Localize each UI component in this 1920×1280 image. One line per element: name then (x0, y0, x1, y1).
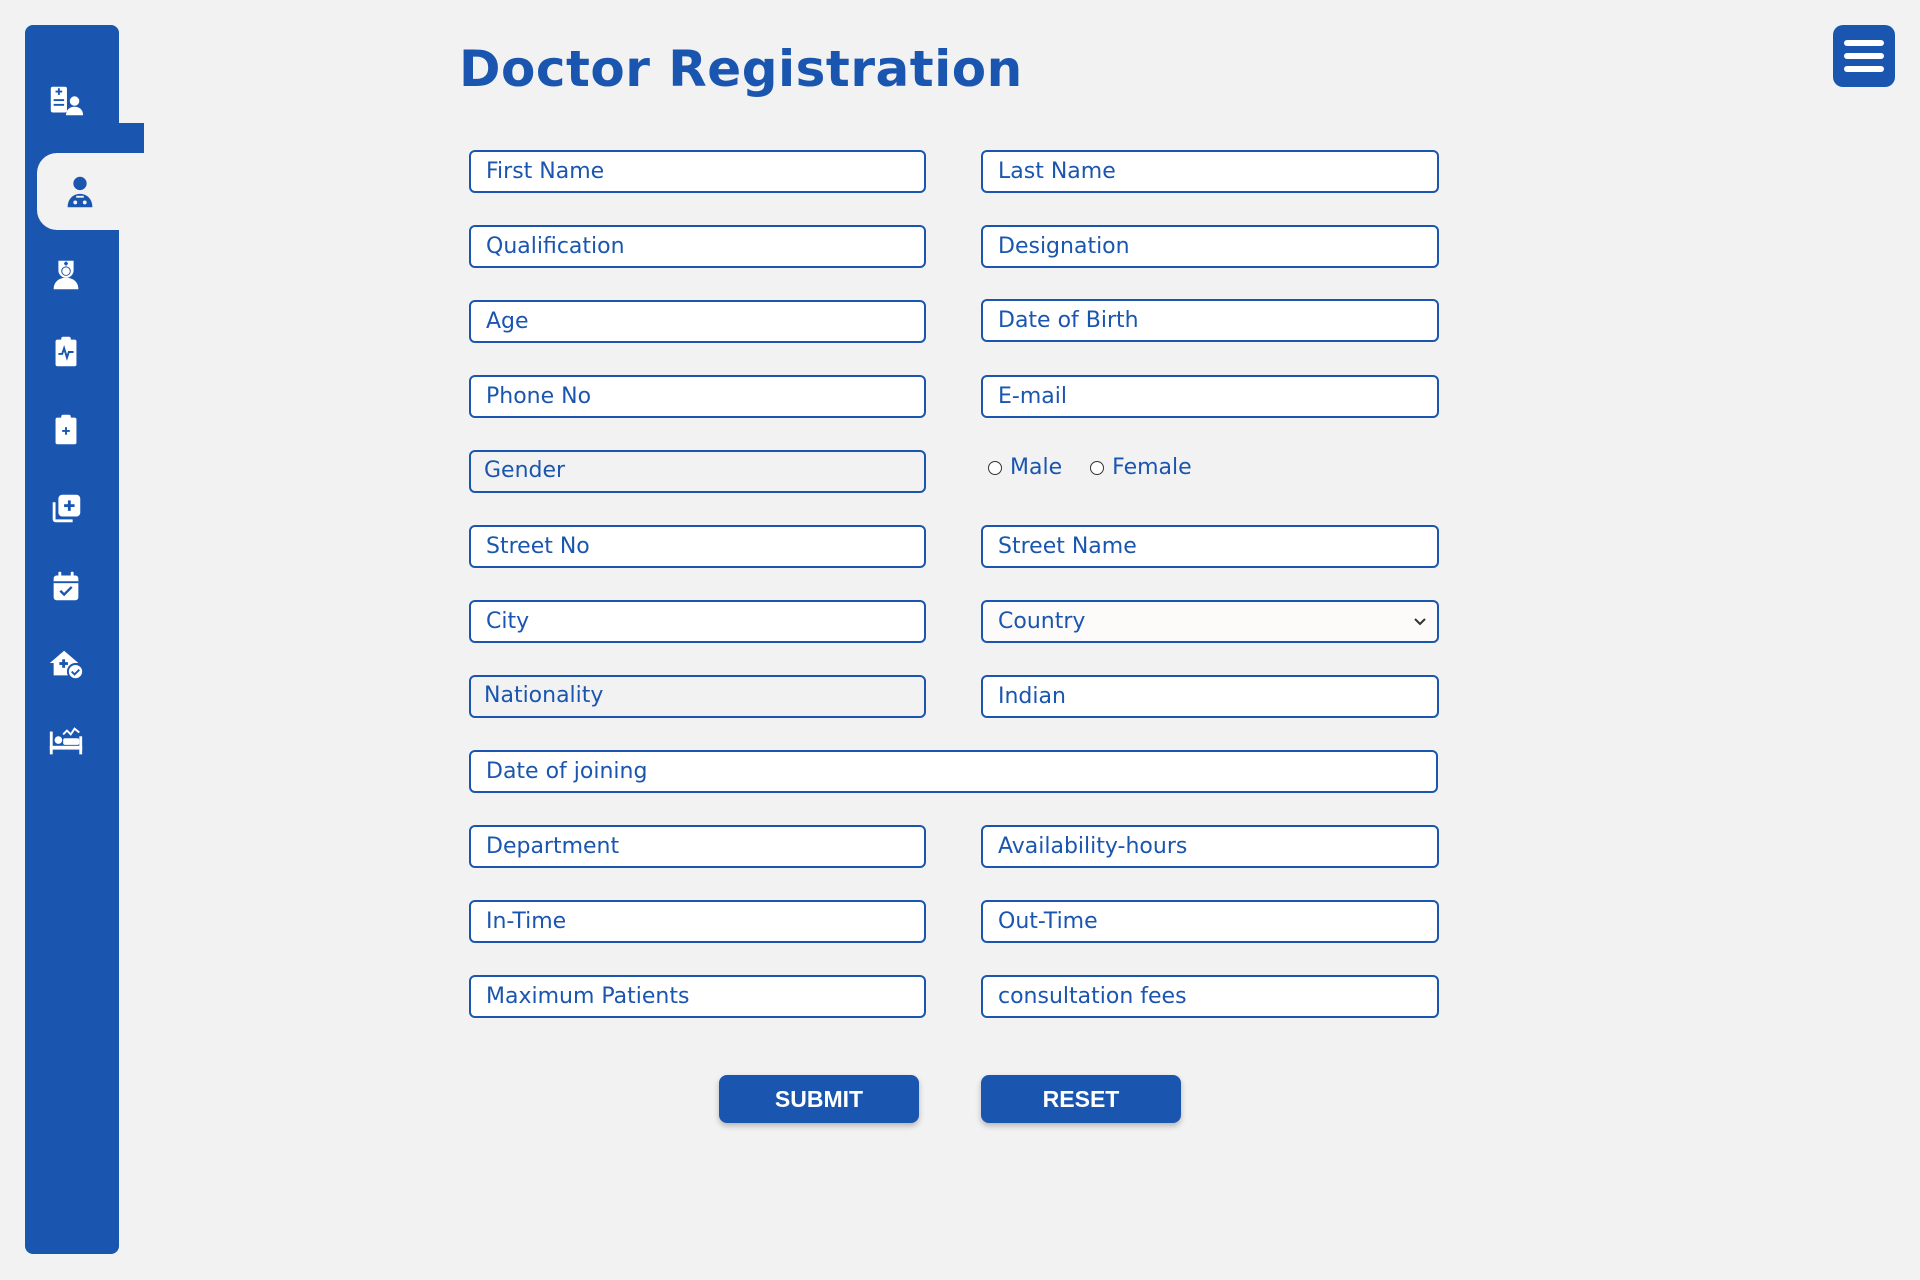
street-no-input[interactable]: Street No (469, 525, 926, 568)
email-input[interactable]: E-mail (981, 375, 1439, 418)
sidebar-item-appointments[interactable] (37, 557, 95, 615)
sidebar-item-hospital[interactable] (37, 635, 95, 693)
gender-female-label: Female (1112, 455, 1192, 480)
city-input[interactable]: City (469, 600, 926, 643)
reset-button[interactable]: RESET (981, 1075, 1181, 1123)
phone-input[interactable]: Phone No (469, 375, 926, 418)
sidebar-item-patient-records[interactable] (37, 73, 95, 131)
date-of-birth-input[interactable]: Date of Birth (981, 299, 1439, 342)
qualification-input[interactable]: Qualification (469, 225, 926, 268)
date-of-joining-input[interactable]: Date of joining (469, 750, 1438, 793)
calendar-check-icon (53, 571, 79, 601)
gender-label: Gender (469, 450, 926, 493)
sidebar-item-reports[interactable] (37, 323, 95, 381)
nurse-icon (53, 260, 79, 290)
sidebar-item-beds[interactable] (37, 713, 95, 771)
designation-input[interactable]: Designation (981, 225, 1439, 268)
availability-hours-input[interactable]: Availability-hours (981, 825, 1439, 868)
department-input[interactable]: Department (469, 825, 926, 868)
nationality-input[interactable]: Indian (981, 675, 1439, 718)
sidebar-item-add-records[interactable] (37, 479, 95, 537)
doctor-icon (67, 176, 93, 207)
sidebar-notch (107, 123, 144, 153)
sidebar-item-nurses[interactable] (37, 245, 95, 303)
clipboard-plus-icon (55, 414, 77, 445)
first-name-input[interactable]: First Name (469, 150, 926, 193)
sidebar-item-prescriptions[interactable] (37, 401, 95, 459)
copy-plus-icon (52, 494, 81, 523)
chevron-down-icon (1414, 617, 1426, 625)
hamburger-menu-button[interactable] (1833, 25, 1895, 87)
last-name-input[interactable]: Last Name (981, 150, 1439, 193)
hospital-bed-icon (49, 727, 83, 755)
out-time-input[interactable]: Out-Time (981, 900, 1439, 943)
submit-button[interactable]: SUBMIT (719, 1075, 919, 1123)
maximum-patients-input[interactable]: Maximum Patients (469, 975, 926, 1018)
sidebar (25, 25, 144, 1254)
gender-male-label: Male (1010, 455, 1063, 480)
country-select[interactable]: Country (981, 600, 1439, 643)
house-medical-check-icon (49, 650, 85, 681)
gender-radio-group: Male Female (988, 455, 1220, 480)
street-name-input[interactable]: Street Name (981, 525, 1439, 568)
consultation-fees-input[interactable]: consultation fees (981, 975, 1439, 1018)
menu-icon-bar (1844, 66, 1884, 72)
clipboard-pulse-icon (55, 336, 77, 367)
in-time-input[interactable]: In-Time (469, 900, 926, 943)
nationality-label: Nationality (469, 675, 926, 718)
hamburger-menu-icon (1844, 40, 1884, 46)
country-select-value: Country (998, 609, 1086, 634)
patient-record-icon (50, 86, 84, 116)
age-input[interactable]: Age (469, 300, 926, 343)
menu-icon-bar (1844, 53, 1884, 59)
radio-circle[interactable] (988, 460, 1002, 475)
radio-circle[interactable] (1090, 460, 1105, 475)
sidebar-item-doctors[interactable] (37, 153, 131, 230)
gender-male-radio[interactable]: Male (988, 455, 1062, 480)
gender-female-radio[interactable]: Female (1090, 455, 1192, 480)
page-title: Doctor Registration (459, 40, 1023, 98)
